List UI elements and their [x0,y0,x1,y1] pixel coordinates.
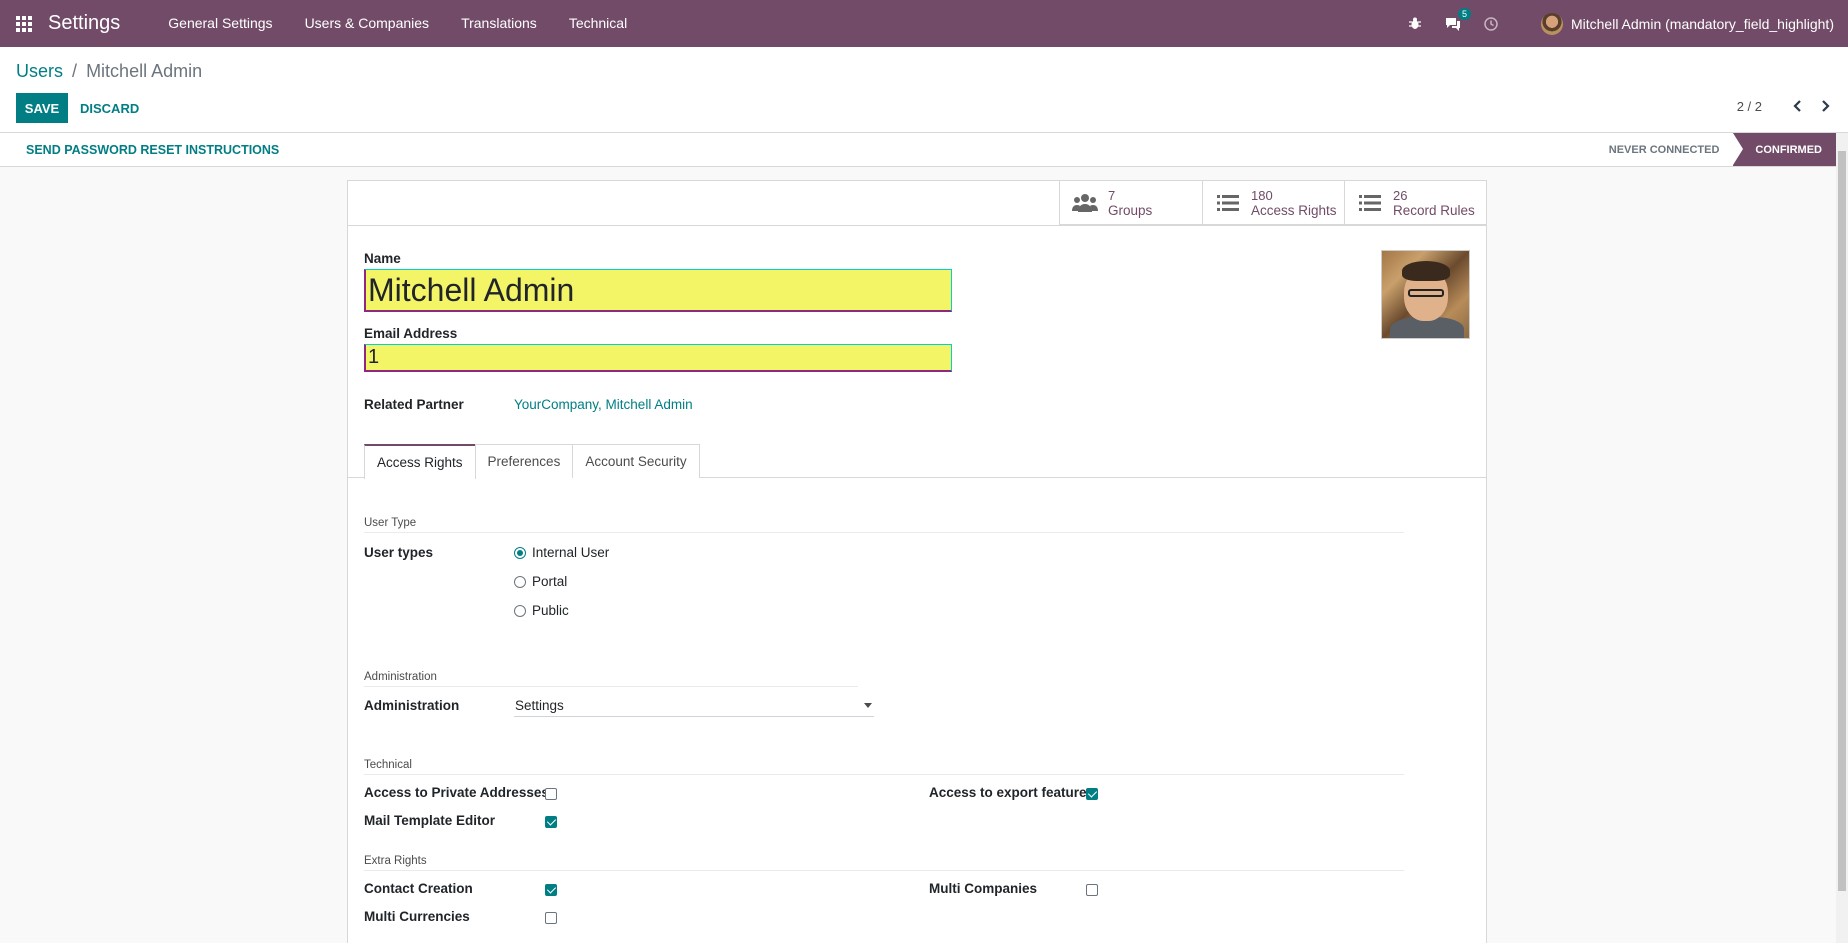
menu-users-companies[interactable]: Users & Companies [289,0,446,47]
bug-icon[interactable] [1405,14,1425,34]
status-confirmed: CONFIRMED [1733,133,1836,166]
apps-menu-icon[interactable] [0,0,48,47]
record-rules-label: Record Rules [1393,203,1475,218]
tab-preferences[interactable]: Preferences [474,444,574,478]
status-bar: SEND PASSWORD RESET INSTRUCTIONS NEVER C… [0,133,1836,167]
record-rules-stat-button[interactable]: 26 Record Rules [1344,181,1486,225]
contact-creation-checkbox[interactable] [545,884,557,896]
administration-group-title: Administration [364,671,858,687]
list-icon [1215,192,1241,214]
status-never-connected: NEVER CONNECTED [1608,143,1720,156]
export-feature-label: Access to export feature [929,785,1087,800]
multi-currencies-checkbox[interactable] [545,912,557,924]
app-brand[interactable]: Settings [48,12,120,35]
access-rights-count: 180 [1251,188,1273,203]
contact-creation-label: Contact Creation [364,881,473,896]
user-types-label: User types [364,545,434,560]
chevron-left-icon[interactable] [1790,96,1804,116]
breadcrumb: Users / Mitchell Admin [16,61,202,82]
radio-portal[interactable]: Portal [514,574,567,589]
discard-button[interactable]: DISCARD [80,93,139,123]
radio-portal-label: Portal [532,574,568,589]
administration-select[interactable]: Settings [514,695,874,717]
access-rights-label: Access Rights [1251,203,1337,218]
caret-down-icon [864,703,872,708]
administration-select-value: Settings [515,698,564,713]
radio-button[interactable] [514,575,526,588]
messages-count-badge: 5 [1457,7,1471,20]
list-icon [1357,192,1383,214]
multi-currencies-label: Multi Currencies [364,909,470,924]
email-input[interactable]: 1 [364,344,952,372]
name-input[interactable]: Mitchell Admin [364,269,952,312]
related-partner-label: Related Partner [364,397,464,412]
menu-technical[interactable]: Technical [553,0,643,47]
user-type-group-title: User Type [364,517,1404,533]
radio-public[interactable]: Public [514,603,569,618]
user-photo[interactable] [1381,250,1470,339]
multi-companies-checkbox[interactable] [1086,884,1098,896]
breadcrumb-current: Mitchell Admin [86,61,203,81]
radio-internal-user[interactable]: Internal User [514,545,609,560]
page-scrollbar[interactable] [1836,133,1848,943]
groups-label: Groups [1108,203,1153,218]
tab-access-rights[interactable]: Access Rights [364,444,476,479]
send-password-reset-button[interactable]: SEND PASSWORD RESET INSTRUCTIONS [26,143,279,157]
mail-template-editor-label: Mail Template Editor [364,813,496,828]
user-menu[interactable]: Mitchell Admin (mandatory_field_highligh… [1540,12,1834,35]
multi-companies-label: Multi Companies [929,881,1038,896]
scrollbar-thumb[interactable] [1838,151,1846,891]
save-button[interactable]: SAVE [16,93,68,123]
groups-stat-button[interactable]: 7 Groups [1060,181,1202,225]
breadcrumb-separator: / [72,61,78,81]
pager: 2 / 2 [1737,96,1832,116]
name-label: Name [364,251,401,266]
chevron-right-icon[interactable] [1818,96,1832,116]
groups-count: 7 [1108,188,1116,203]
main-menu: General Settings Users & Companies Trans… [152,0,643,47]
export-feature-checkbox[interactable] [1086,788,1098,800]
control-panel: Users / Mitchell Admin SAVE DISCARD 2 / … [0,47,1848,133]
private-addresses-checkbox[interactable] [545,788,557,800]
form-sheet: 7 Groups 180 Access Rights 26 Record Rul… [347,180,1487,943]
radio-public-label: Public [532,603,569,618]
extra-rights-group-title: Extra Rights [364,855,1404,871]
user-name: Mitchell Admin (mandatory_field_highligh… [1570,15,1834,32]
smart-button-box: 7 Groups 180 Access Rights 26 Record Rul… [1059,181,1486,225]
pager-value[interactable]: 2 / 2 [1737,99,1762,114]
form-tabs: Access Rights Preferences Account Securi… [364,444,700,479]
menu-general-settings[interactable]: General Settings [152,0,288,47]
messages-icon[interactable]: 5 [1443,7,1471,34]
access-rights-stat-button[interactable]: 180 Access Rights [1202,181,1344,225]
email-label: Email Address [364,326,458,341]
mail-template-editor-checkbox[interactable] [545,816,557,828]
tab-account-security[interactable]: Account Security [572,444,700,478]
status-steps: NEVER CONNECTED CONFIRMED [1593,133,1836,166]
activity-clock-icon[interactable] [1481,14,1501,34]
breadcrumb-users-link[interactable]: Users [16,61,63,81]
radio-button-selected[interactable] [514,546,526,559]
administration-label: Administration [364,698,460,713]
private-addresses-label: Access to Private Addresses [364,785,549,800]
user-avatar [1540,12,1563,35]
users-icon [1072,192,1098,214]
record-rules-count: 26 [1393,188,1408,203]
menu-translations[interactable]: Translations [445,0,553,47]
radio-internal-user-label: Internal User [532,545,610,560]
radio-button[interactable] [514,604,526,617]
top-navbar: Settings General Settings Users & Compan… [0,0,1848,47]
related-partner-link[interactable]: YourCompany, Mitchell Admin [514,397,693,412]
technical-group-title: Technical [364,759,1404,775]
